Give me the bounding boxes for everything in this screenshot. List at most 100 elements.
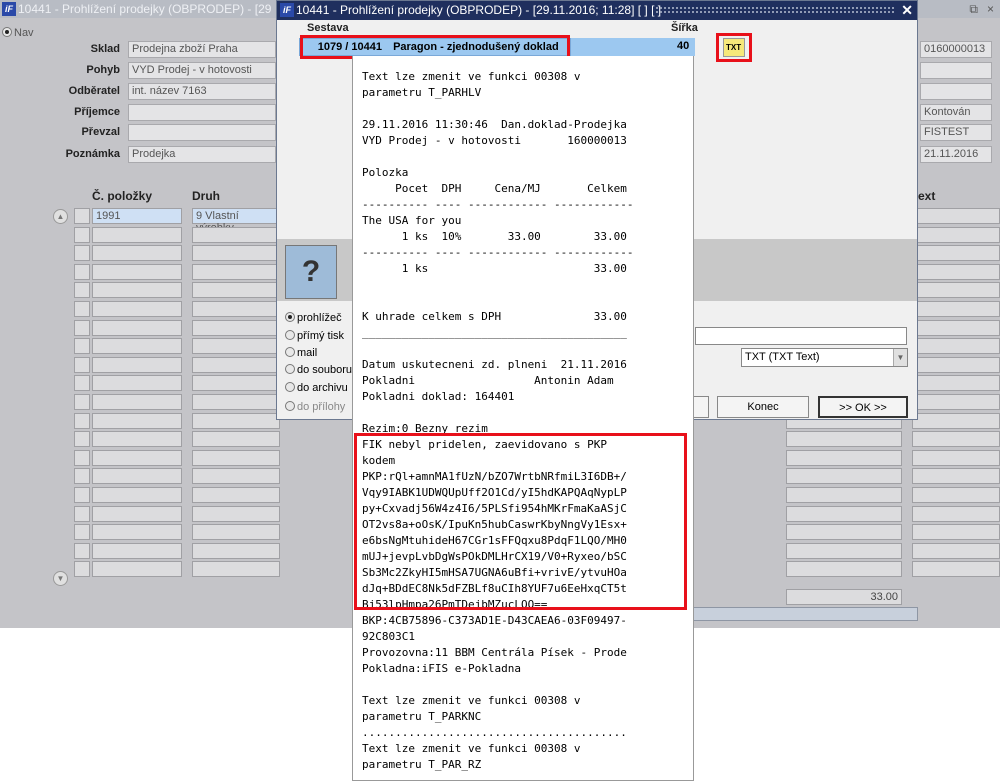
scroll-up-icon[interactable]: ▲ [53, 209, 68, 224]
grid-cell[interactable] [786, 487, 902, 503]
grid-cell[interactable] [786, 468, 902, 484]
grid-cell[interactable] [192, 506, 280, 522]
grid-cell[interactable] [74, 208, 90, 224]
grid-cell[interactable] [192, 431, 280, 447]
grid-cell[interactable] [92, 543, 182, 559]
grid-cell[interactable] [912, 431, 1000, 447]
doc-number-field[interactable]: 0160000013 [920, 41, 992, 58]
prevzal-field[interactable] [128, 124, 276, 141]
grid-cell[interactable] [192, 450, 280, 466]
user-field[interactable]: FISTEST [920, 124, 992, 141]
grid-cell[interactable] [192, 301, 280, 317]
grid-cell[interactable] [912, 506, 1000, 522]
grid-cell[interactable] [74, 264, 90, 280]
output-option-file[interactable]: do souboru [285, 364, 352, 376]
grid-cell[interactable] [192, 468, 280, 484]
grid-cell[interactable] [92, 561, 182, 577]
grid-cell[interactable] [192, 320, 280, 336]
grid-cell[interactable] [74, 320, 90, 336]
output-option-archive[interactable]: do archivu [285, 382, 348, 394]
grid-cell[interactable] [192, 338, 280, 354]
grid-cell[interactable] [74, 375, 90, 391]
right-field-2[interactable] [920, 62, 992, 79]
grid-cell[interactable] [912, 301, 1000, 317]
grid-cell[interactable] [912, 338, 1000, 354]
grid-cell[interactable] [74, 468, 90, 484]
ok-button[interactable]: >> OK >> [818, 396, 908, 418]
output-option-print[interactable]: přímý tisk [285, 330, 344, 342]
grid-cell[interactable] [92, 413, 182, 429]
grid-cell[interactable] [74, 282, 90, 298]
grid-cell[interactable] [192, 413, 280, 429]
receipt-preview[interactable]: Text lze zmenit ve funkci 00308 v paramet… [352, 56, 694, 781]
grid-cell[interactable] [92, 487, 182, 503]
grid-cell[interactable] [786, 543, 902, 559]
grid-cell[interactable] [192, 264, 280, 280]
grid-cell[interactable] [912, 282, 1000, 298]
grid-cell[interactable] [92, 450, 182, 466]
grid-cell[interactable] [192, 375, 280, 391]
right-field-3[interactable] [920, 83, 992, 100]
grid-cell[interactable] [912, 487, 1000, 503]
grid-cell[interactable] [92, 375, 182, 391]
path-input[interactable] [695, 327, 907, 345]
prijemce-field[interactable] [128, 104, 276, 121]
grid-cell[interactable] [912, 227, 1000, 243]
grid-cell[interactable] [192, 245, 280, 261]
grid-cell[interactable]: 1991 [92, 208, 182, 224]
grid-cell[interactable] [786, 506, 902, 522]
grid-cell[interactable] [786, 431, 902, 447]
close-button[interactable]: Konec [717, 396, 809, 418]
grid-cell[interactable] [192, 282, 280, 298]
poznamka-field[interactable]: Prodejka [128, 146, 276, 163]
grid-cell[interactable] [74, 357, 90, 373]
grid-cell[interactable] [912, 357, 1000, 373]
printer-help-icon[interactable]: ? [285, 245, 337, 299]
col-header-type[interactable]: Druh [192, 189, 220, 203]
grid-cell[interactable] [912, 543, 1000, 559]
grid-cell[interactable] [74, 245, 90, 261]
odberatel-field[interactable]: int. název 7163 [128, 83, 276, 100]
grid-cell[interactable] [74, 394, 90, 410]
grid-cell[interactable] [92, 394, 182, 410]
grid-cell[interactable] [74, 413, 90, 429]
output-option-browser[interactable]: prohlížeč [285, 312, 342, 324]
grid-cell[interactable] [192, 524, 280, 540]
status-field[interactable]: Kontován [920, 104, 992, 121]
grid-cell[interactable] [786, 561, 902, 577]
grid-cell[interactable] [74, 431, 90, 447]
grid-cell[interactable] [74, 543, 90, 559]
grid-cell[interactable] [912, 245, 1000, 261]
grid-cell[interactable] [74, 487, 90, 503]
grid-cell[interactable] [912, 264, 1000, 280]
grid-cell[interactable] [912, 524, 1000, 540]
grid-cell[interactable] [912, 468, 1000, 484]
grid-cell[interactable] [912, 561, 1000, 577]
grid-cell[interactable] [912, 450, 1000, 466]
nav-radio[interactable]: Nav [2, 27, 34, 39]
scroll-down-icon[interactable]: ▼ [53, 571, 68, 586]
grid-cell[interactable] [74, 227, 90, 243]
grid-cell[interactable] [92, 524, 182, 540]
grid-cell[interactable] [912, 394, 1000, 410]
grid-cell[interactable] [92, 227, 182, 243]
grid-cell[interactable] [92, 301, 182, 317]
grid-cell[interactable] [786, 524, 902, 540]
grid-cell[interactable] [192, 561, 280, 577]
grid-cell[interactable] [192, 543, 280, 559]
output-option-mail[interactable]: mail [285, 347, 317, 359]
grid-cell[interactable] [92, 264, 182, 280]
grid-cell[interactable] [192, 487, 280, 503]
grid-cell[interactable] [912, 375, 1000, 391]
grid-cell[interactable] [92, 431, 182, 447]
grid-cell[interactable] [92, 468, 182, 484]
col-header-item-no[interactable]: Č. položky [92, 189, 152, 203]
restore-icon[interactable]: ⧉ [969, 0, 978, 18]
grid-cell[interactable] [74, 561, 90, 577]
grid-cell[interactable] [74, 506, 90, 522]
grid-cell[interactable]: 9 Vlastní výrobky [192, 208, 280, 234]
grid-cell[interactable] [74, 301, 90, 317]
grid-cell[interactable] [92, 506, 182, 522]
sklad-field[interactable]: Prodejna zboží Praha [128, 41, 276, 58]
grid-cell[interactable] [74, 338, 90, 354]
